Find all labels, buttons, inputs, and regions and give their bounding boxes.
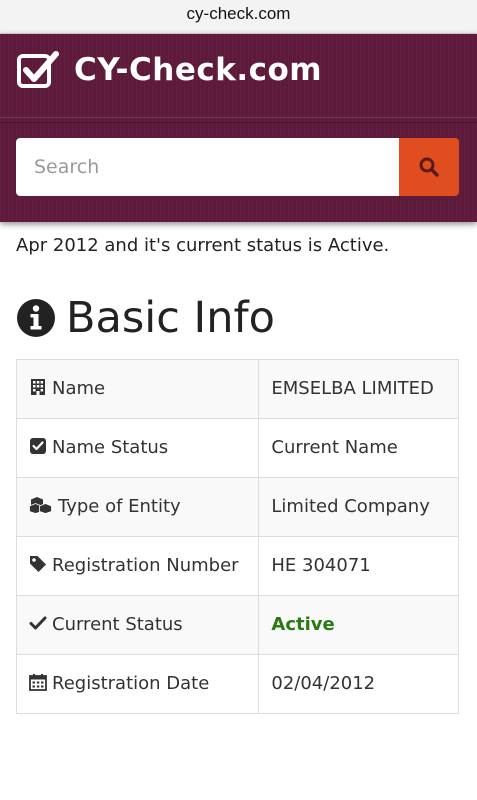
site-logo[interactable]: CY-Check.com <box>16 48 322 92</box>
table-cell-label: Registration Date <box>15 654 260 714</box>
registration-date-value: 02/04/2012 <box>258 654 459 714</box>
table-row: Registration Number HE 304071 <box>15 536 459 596</box>
registration-number-label: Registration Number <box>52 555 239 576</box>
site-header: CY-Check.com <box>0 34 477 222</box>
registration-number-value: HE 304071 <box>258 536 459 596</box>
table-cell-label: Registration Number <box>15 536 260 596</box>
table-row: Current Status Active <box>15 595 459 655</box>
table-row: Name EMSELBA LIMITED <box>15 359 459 419</box>
name-status-value: Current Name <box>258 418 459 478</box>
search-icon <box>419 157 439 177</box>
browser-url-bar[interactable]: cy-check.com <box>0 0 477 34</box>
page-title: Basic Info <box>66 293 275 343</box>
search-bar <box>16 138 459 196</box>
table-row: Registration Date 02/04/2012 <box>15 654 459 714</box>
tag-icon <box>30 556 46 572</box>
site-name: CY-Check.com <box>74 52 323 88</box>
info-circle-icon <box>17 299 55 337</box>
name-status-label: Name Status <box>52 437 169 458</box>
basic-info-table: Name EMSELBA LIMITED Name Status Current… <box>15 359 459 714</box>
table-cell-label: Current Status <box>15 595 260 655</box>
table-cell-label: Name <box>15 359 260 419</box>
section-heading: Basic Info <box>16 292 275 344</box>
checkbox-icon <box>17 51 59 88</box>
entity-type-label: Type of Entity <box>58 496 181 517</box>
name-label: Name <box>52 378 106 399</box>
table-row: Type of Entity Limited Company <box>15 477 459 537</box>
search-input[interactable] <box>16 138 399 196</box>
search-button[interactable] <box>399 138 459 196</box>
calendar-icon <box>29 674 47 691</box>
browser-url[interactable]: cy-check.com <box>187 4 291 24</box>
header-divider <box>0 117 477 123</box>
building-icon <box>31 379 45 395</box>
table-cell-label: Name Status <box>15 418 260 478</box>
status-badge: Active <box>271 614 335 635</box>
cubes-icon <box>29 497 52 514</box>
current-status-label: Current Status <box>52 614 183 635</box>
intro-text: Apr 2012 and it's current status is Acti… <box>16 235 390 256</box>
registration-date-label: Registration Date <box>52 673 210 694</box>
table-cell-value: Active <box>258 595 459 655</box>
checkmark-icon <box>29 616 47 630</box>
table-cell-label: Type of Entity <box>15 477 260 537</box>
entity-type-value: Limited Company <box>258 477 459 537</box>
check-square-icon <box>30 438 46 454</box>
name-value: EMSELBA LIMITED <box>258 359 459 419</box>
table-row: Name Status Current Name <box>15 418 459 478</box>
